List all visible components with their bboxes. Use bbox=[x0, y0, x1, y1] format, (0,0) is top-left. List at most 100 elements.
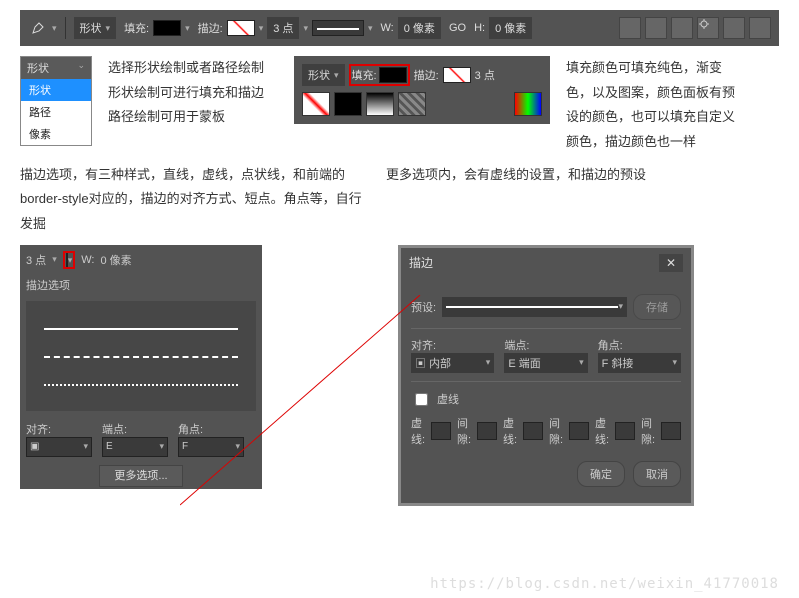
gear-icon[interactable] bbox=[697, 17, 719, 39]
dlg-gap3-lbl: 间隙: bbox=[641, 415, 655, 447]
sp-cap-lbl: 端点: bbox=[102, 421, 168, 437]
dlg-corner-lbl: 角点: bbox=[598, 337, 681, 353]
fill-chevron[interactable]: ▾ bbox=[185, 23, 190, 34]
shape-mode-menu: 形状⌄ 形状 路径 像素 bbox=[20, 56, 92, 146]
dlg-dash1-lbl: 虚线: bbox=[411, 415, 425, 447]
dlg-align-val: 内部 bbox=[429, 358, 451, 370]
shape-mode-dropdown[interactable]: 形状▾ bbox=[74, 17, 117, 39]
stroke-swatch[interactable] bbox=[227, 20, 255, 36]
fill-panel: 形状▾ 填充: 描边: 3 点 bbox=[294, 56, 550, 124]
style-chevron[interactable]: ▾ bbox=[368, 23, 373, 34]
shape-menu-head[interactable]: 形状⌄ bbox=[21, 57, 91, 79]
mini-fill-swatch[interactable] bbox=[379, 67, 407, 83]
dlg-save-button[interactable]: 存储 bbox=[633, 294, 681, 320]
dlg-cap-val: 端面 bbox=[519, 358, 541, 370]
sp-corner-lbl: 角点: bbox=[178, 421, 244, 437]
more-options-button[interactable]: 更多选项... bbox=[99, 465, 182, 487]
shape-mode-label: 形状 bbox=[80, 20, 102, 36]
dlg-align-lbl: 对齐: bbox=[411, 337, 494, 353]
mini-shape-dd[interactable]: 形状▾ bbox=[302, 64, 345, 86]
pen-tool-icon[interactable] bbox=[28, 18, 48, 38]
mini-pts: 3 点 bbox=[475, 67, 495, 83]
dlg-preset-select[interactable]: ▾ bbox=[442, 297, 627, 317]
dlg-align-select[interactable]: ▣ 内部▾ bbox=[411, 353, 494, 373]
line-solid[interactable] bbox=[36, 317, 246, 339]
dlg-gap2-lbl: 间隙: bbox=[549, 415, 563, 447]
sp-align-select[interactable]: ▣▾ bbox=[26, 437, 92, 457]
ok-button[interactable]: 确定 bbox=[577, 461, 625, 487]
menu-item-shape[interactable]: 形状 bbox=[21, 79, 91, 101]
menu-item-pixel[interactable]: 像素 bbox=[21, 123, 91, 145]
line-dashed[interactable] bbox=[36, 345, 246, 367]
dlg-dash2-lbl: 虚线: bbox=[503, 415, 517, 447]
fill-highlight: 填充: bbox=[349, 64, 410, 86]
sp-line-preview[interactable] bbox=[66, 253, 68, 267]
sp-w-val: 0 像素 bbox=[101, 252, 132, 268]
desc-line-1: 选择形状绘制或者路径绘制 bbox=[108, 56, 278, 81]
cancel-button[interactable]: 取消 bbox=[633, 461, 681, 487]
path-ops-icon-2[interactable] bbox=[645, 17, 667, 39]
stroke-options-panel: 3 点▾ ▾ W: 0 像素 描边选项 对齐:▣▾ 端点:E▾ 角点:F▾ 更多… bbox=[20, 245, 262, 489]
more-opts-text: 更多选项内，会有虚线的设置，和描边的预设 bbox=[386, 163, 646, 188]
gap-input-3[interactable] bbox=[661, 422, 681, 440]
dash-input-2[interactable] bbox=[523, 422, 543, 440]
gradient-fill-icon[interactable] bbox=[366, 92, 394, 116]
align-icon[interactable] bbox=[749, 17, 771, 39]
dlg-corner-val: 斜接 bbox=[611, 358, 633, 370]
stroke-style-highlight: ▾ bbox=[63, 251, 76, 269]
stroke-opts-text: 描边选项，有三种样式，直线，虚线，点状线，和前端的border-style对应的… bbox=[20, 163, 370, 237]
dlg-dashed-lbl: 虚线 bbox=[437, 391, 459, 407]
dashed-checkbox[interactable] bbox=[415, 393, 428, 406]
mini-fill-label: 填充: bbox=[352, 67, 377, 83]
dash-input-1[interactable] bbox=[431, 422, 451, 440]
fill-desc-text: 填充颜色可填充纯色，渐变色，以及图案，颜色面板有预设的颜色，也可以填充自定义颜色… bbox=[566, 56, 736, 155]
pattern-fill-icon[interactable] bbox=[398, 92, 426, 116]
dlg-preset-lbl: 预设: bbox=[411, 299, 436, 315]
gap-input-1[interactable] bbox=[477, 422, 497, 440]
dlg-cap-lbl: 端点: bbox=[504, 337, 587, 353]
sp-title: 描边选项 bbox=[26, 277, 256, 293]
close-icon[interactable]: ✕ bbox=[659, 254, 683, 272]
color-picker-icon[interactable] bbox=[514, 92, 542, 116]
height-input[interactable]: 0 像素 bbox=[489, 17, 532, 39]
sp-w-label: W: bbox=[81, 254, 94, 266]
dlg-corner-select[interactable]: F 斜接▾ bbox=[598, 353, 681, 373]
path-ops-icon-1[interactable] bbox=[619, 17, 641, 39]
dlg-dash3-lbl: 虚线: bbox=[595, 415, 609, 447]
shape-desc-text: 选择形状绘制或者路径绘制 形状绘制可进行填充和描边 路径绘制可用于蒙板 bbox=[108, 56, 278, 130]
width-label: W: bbox=[381, 22, 394, 34]
dlg-cap-select[interactable]: E 端面▾ bbox=[504, 353, 587, 373]
mini-stroke-label: 描边: bbox=[414, 67, 439, 83]
dialog-titlebar: 描边 ✕ bbox=[401, 248, 691, 278]
points-value: 3 点 bbox=[273, 20, 293, 36]
stroke-style-preview[interactable] bbox=[312, 20, 364, 36]
width-input[interactable]: 0 像素 bbox=[398, 17, 441, 39]
pts-chevron[interactable]: ▾ bbox=[303, 23, 308, 34]
menu-item-path[interactable]: 路径 bbox=[21, 101, 91, 123]
height-label: H: bbox=[474, 22, 485, 34]
sp-corner-select[interactable]: F▾ bbox=[178, 437, 244, 457]
stroke-chevron[interactable]: ▾ bbox=[259, 23, 264, 34]
fill-type-row bbox=[302, 92, 542, 116]
link-icon[interactable]: GO bbox=[449, 22, 466, 34]
tool-chevron[interactable]: ▾ bbox=[52, 23, 57, 34]
sp-cap-select[interactable]: E▾ bbox=[102, 437, 168, 457]
path-ops-icon-3[interactable] bbox=[671, 17, 693, 39]
mini-stroke-swatch[interactable] bbox=[443, 67, 471, 83]
solid-fill-icon[interactable] bbox=[334, 92, 362, 116]
no-fill-icon[interactable] bbox=[302, 92, 330, 116]
fill-swatch[interactable] bbox=[153, 20, 181, 36]
dash-input-3[interactable] bbox=[615, 422, 635, 440]
mini-shape-label: 形状 bbox=[308, 67, 330, 83]
stroke-label: 描边: bbox=[198, 20, 223, 36]
line-dotted[interactable] bbox=[36, 373, 246, 395]
add-anchor-icon[interactable] bbox=[723, 17, 745, 39]
sp-align-lbl: 对齐: bbox=[26, 421, 92, 437]
shape-menu-head-label: 形状 bbox=[27, 60, 49, 76]
gap-input-2[interactable] bbox=[569, 422, 589, 440]
width-value: 0 像素 bbox=[404, 20, 435, 36]
dialog-title-text: 描边 bbox=[409, 254, 433, 272]
desc-line-3: 路径绘制可用于蒙板 bbox=[108, 105, 278, 130]
stroke-width-dropdown[interactable]: 3 点 bbox=[267, 17, 299, 39]
height-value: 0 像素 bbox=[495, 20, 526, 36]
